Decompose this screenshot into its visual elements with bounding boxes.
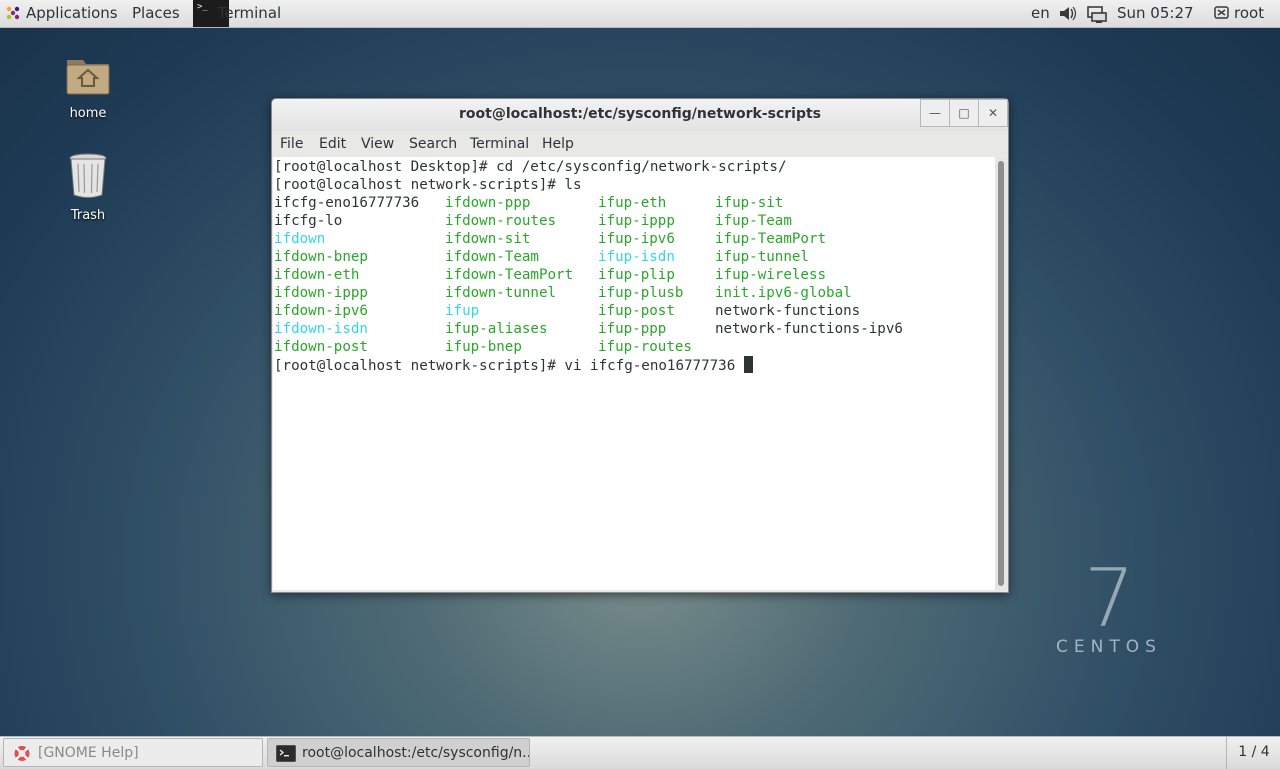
terminal-output[interactable]: [root@localhost Desktop]# cd /etc/syscon… [273,157,995,590]
ls-entry: ifup-wireless [715,267,827,283]
ls-entry: ifup-ippp [598,213,675,229]
taskbar-label: [GNOME Help] [38,745,139,761]
ls-entry: ifdown-ipv6 [274,303,368,319]
lifebuoy-icon [14,746,30,761]
taskbar-label: root@localhost:/etc/sysconfig/n... [302,745,530,761]
ls-entry: network-functions [715,303,861,319]
network-icon[interactable] [1087,0,1107,27]
ls-entry: ifdown-isdn [274,321,368,337]
menu-help[interactable]: Help [542,136,574,152]
text-cursor [743,356,753,373]
taskbar-terminal[interactable]: root@localhost:/etc/sysconfig/n... [267,738,530,767]
window-titlebar[interactable]: root@localhost:/etc/sysconfig/network-sc… [272,99,1008,131]
maximize-button[interactable]: □ [949,99,979,127]
desktop-trash[interactable]: Trash [48,152,128,223]
ls-entry: ifcfg-lo [274,213,343,229]
ls-entry: ifdown-sit [445,231,531,247]
language-indicator[interactable]: en [1031,0,1050,27]
home-label: home [69,106,107,121]
terminal-menubar: File Edit View Search Terminal Help [272,131,1008,157]
top-panel: Applications Places >_ Terminal en Sun 0… [0,0,1280,28]
ls-entry: ifup-post [598,303,675,319]
ls-entry: ifdown-TeamPort [445,267,574,283]
home-folder-icon [66,60,110,95]
ls-entry: ifdown-routes [445,213,557,229]
ls-entry: ifup-routes [598,339,692,355]
ls-entry: ifup-plusb [598,285,684,301]
ls-entry: ifcfg-eno16777736 [274,195,420,211]
ls-entry: ifup-Team [715,213,792,229]
terminal-line-ls: [root@localhost network-scripts]# ls [274,177,582,193]
desktop-home[interactable]: home [48,52,128,121]
menu-file[interactable]: File [280,136,303,152]
user-icon[interactable] [1214,0,1230,27]
clock[interactable]: Sun 05:27 [1117,0,1194,27]
ls-entry: ifup-eth [598,195,667,211]
gnome-foot-icon [6,6,20,20]
places-menu[interactable]: Places [132,0,180,27]
active-app-label: Terminal [217,4,282,22]
trash-icon [69,153,107,198]
bottom-panel: [GNOME Help] root@localhost:/etc/sysconf… [0,736,1280,769]
ls-entry: ifup-isdn [598,249,675,265]
menu-edit[interactable]: Edit [319,136,346,152]
ls-entry: ifup-tunnel [715,249,809,265]
ls-entry: ifup-ipv6 [598,231,675,247]
terminal-icon [276,745,296,762]
terminal-line-cd: [root@localhost Desktop]# cd /etc/syscon… [274,159,787,175]
volume-icon[interactable] [1058,0,1077,27]
ls-entry: ifup-aliases [445,321,548,337]
applications-label: Applications [26,4,118,22]
centos-logo-number: 7 [1084,552,1135,645]
minimize-button[interactable]: — [920,99,950,127]
ls-entry: ifdown-Team [445,249,539,265]
menu-search[interactable]: Search [409,136,457,152]
ls-entry: ifdown-bnep [274,249,368,265]
user-menu[interactable]: root [1234,0,1264,27]
workspace-indicator[interactable]: 1 / 4 [1226,737,1280,769]
centos-logo-word: CENTOS [1056,637,1162,657]
ls-entry: ifup-sit [715,195,784,211]
ls-entry: ifdown-eth [274,267,360,283]
ls-entry: ifup-bnep [445,339,522,355]
ls-entry: init.ipv6-global [715,285,852,301]
ls-entry: ifup [445,303,480,319]
window-controls: — □ ✕ [920,99,1008,127]
applications-menu[interactable]: Applications [6,0,118,27]
terminal-prompt-line: [root@localhost network-scripts]# vi ifc… [274,356,753,375]
ls-entry: ifdown-ppp [445,195,531,211]
scrollbar-thumb[interactable] [998,161,1004,586]
terminal-window[interactable]: root@localhost:/etc/sysconfig/network-sc… [271,98,1009,593]
window-title: root@localhost:/etc/sysconfig/network-sc… [458,106,822,122]
close-button[interactable]: ✕ [978,99,1008,127]
ls-entry: ifup-plip [598,267,675,283]
menu-view[interactable]: View [361,136,394,152]
trash-label: Trash [70,208,106,223]
active-app-menu[interactable]: >_ Terminal [193,0,297,27]
prompt-command: [root@localhost network-scripts]# vi ifc… [274,358,744,374]
ls-entry: ifdown-post [274,339,368,355]
ls-entry: network-functions-ipv6 [715,321,903,337]
ls-entry: ifup-ppp [598,321,667,337]
ls-entry: ifdown [274,231,326,247]
ls-entry: ifdown-tunnel [445,285,557,301]
taskbar-gnome-help[interactable]: [GNOME Help] [3,738,263,767]
ls-entry: ifdown-ippp [274,285,368,301]
terminal-scrollbar[interactable] [995,157,1007,590]
menu-terminal[interactable]: Terminal [470,136,529,152]
ls-entry: ifup-TeamPort [715,231,827,247]
